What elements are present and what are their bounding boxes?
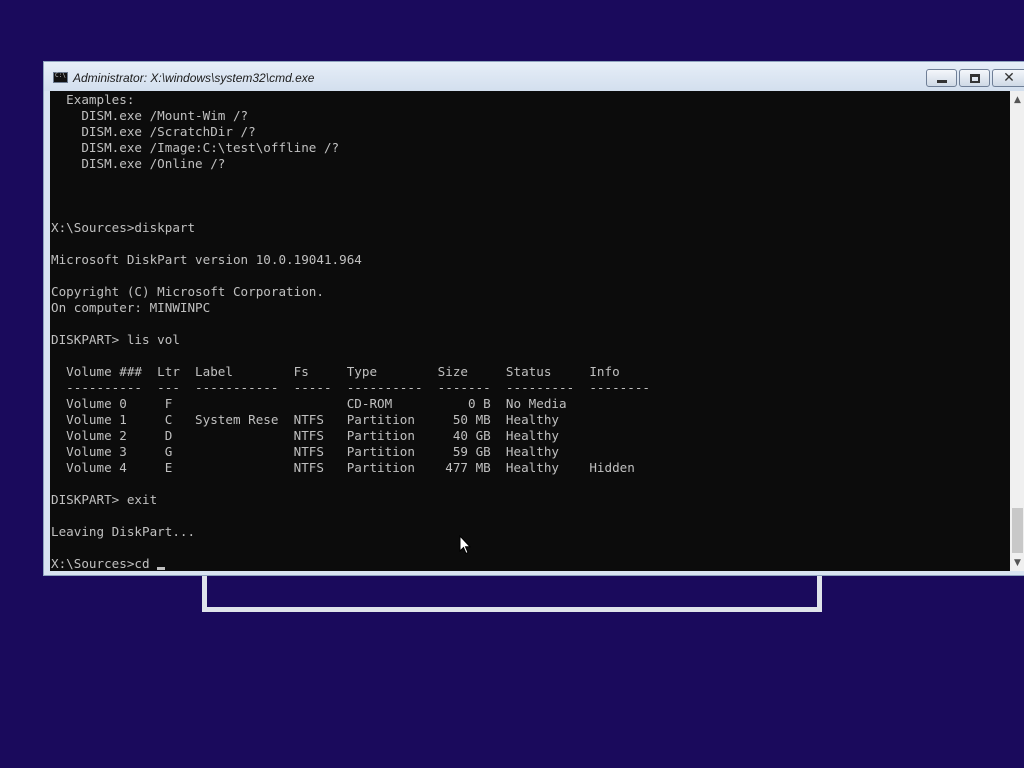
- console-line: Volume 0 F CD-ROM 0 B No Media: [66, 396, 567, 411]
- close-icon: ✕: [1003, 70, 1015, 86]
- window-title: Administrator: X:\windows\system32\cmd.e…: [73, 71, 315, 85]
- title-bar[interactable]: Administrator: X:\windows\system32\cmd.e…: [44, 62, 1024, 91]
- console-line: DISM.exe /Mount-Wim /?: [81, 108, 249, 123]
- console-line: DISM.exe /ScratchDir /?: [81, 124, 256, 139]
- scroll-up-icon[interactable]: ▲: [1010, 91, 1024, 108]
- console-line: DISKPART> lis vol: [51, 332, 180, 347]
- console-line: Examples:: [66, 92, 135, 107]
- console-line: On computer: MINWINPC: [51, 300, 211, 315]
- console-line: Volume 3 G NTFS Partition 59 GB Healthy: [66, 444, 559, 459]
- console-line: Copyright (C) Microsoft Corporation.: [51, 284, 324, 299]
- close-button[interactable]: ✕: [992, 69, 1024, 87]
- cmd-window[interactable]: Administrator: X:\windows\system32\cmd.e…: [43, 61, 1024, 576]
- console-line: DISM.exe /Image:C:\test\offline /?: [81, 140, 340, 155]
- console-line: Microsoft DiskPart version 10.0.19041.96…: [51, 252, 362, 267]
- scroll-down-icon[interactable]: ▼: [1010, 554, 1024, 571]
- minimize-button[interactable]: [926, 69, 957, 87]
- console-output[interactable]: Examples: DISM.exe /Mount-Wim /? DISM.ex…: [50, 91, 1010, 571]
- cmd-icon: [53, 72, 68, 83]
- console-line: ---------- --- ----------- ----- -------…: [66, 380, 650, 395]
- console-line: X:\Sources>diskpart: [51, 220, 196, 235]
- console-line: DISM.exe /Online /?: [81, 156, 226, 171]
- console-line: Volume 4 E NTFS Partition 477 MB Healthy…: [66, 460, 635, 475]
- scroll-thumb[interactable]: [1012, 508, 1023, 553]
- console-line: Volume 2 D NTFS Partition 40 GB Healthy: [66, 428, 559, 443]
- text-cursor: [157, 567, 166, 570]
- command-prompt[interactable]: X:\Sources>cd: [51, 556, 157, 571]
- console-line: Volume 1 C System Rese NTFS Partition 50…: [66, 412, 559, 427]
- maximize-icon: [969, 73, 980, 83]
- console-line: DISKPART> exit: [51, 492, 158, 507]
- maximize-button[interactable]: [959, 69, 990, 87]
- console-text: Examples: DISM.exe /Mount-Wim /? DISM.ex…: [50, 91, 1010, 571]
- mouse-pointer-icon: [459, 535, 471, 555]
- console-line: Leaving DiskPart...: [51, 524, 196, 539]
- console-line: Volume ### Ltr Label Fs Type Size Status…: [66, 364, 620, 379]
- minimize-icon: [936, 79, 947, 83]
- vertical-scrollbar[interactable]: ▲ ▼: [1010, 91, 1024, 571]
